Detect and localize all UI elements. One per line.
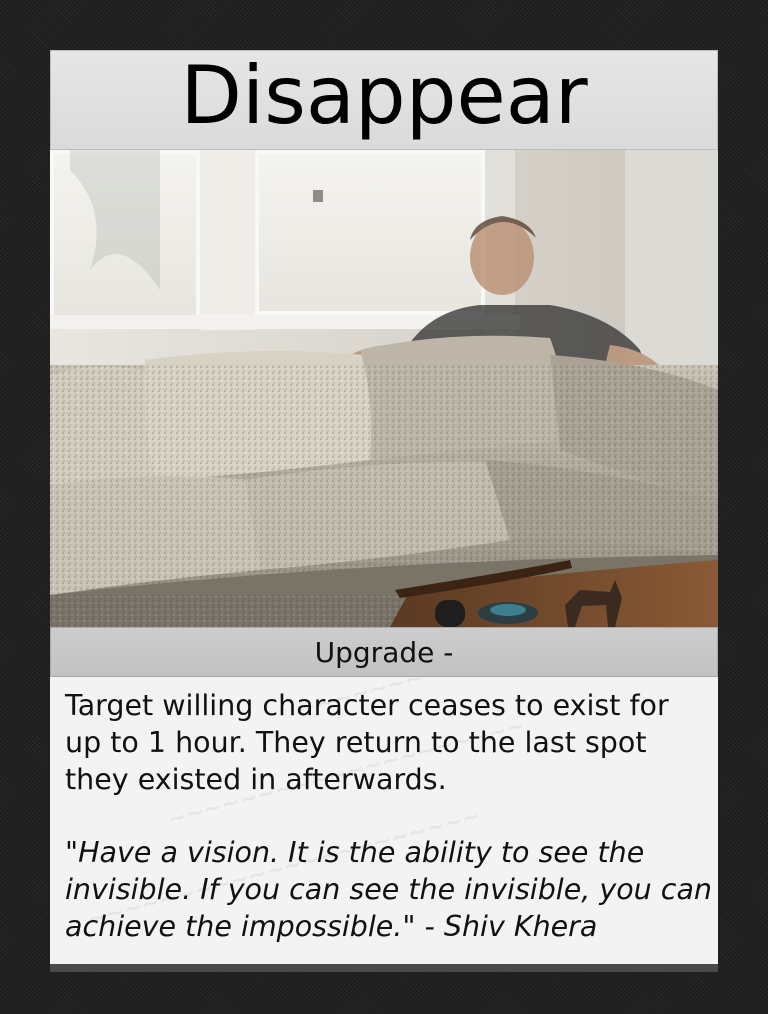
flavor-text: "Have a vision. It is the ability to see… bbox=[65, 836, 712, 943]
card-art bbox=[50, 150, 718, 627]
text-box: ~~~~~~~~~~~~~~ ~~~~~~~~~~~~~~~~~~~~ ~~~~… bbox=[50, 677, 718, 964]
card-bottom-shadow bbox=[50, 964, 718, 972]
title-bar: Disappear bbox=[50, 50, 718, 150]
photo-man-on-couch-icon bbox=[50, 150, 718, 627]
type-line-bar: Upgrade - bbox=[50, 627, 718, 677]
card-type-line: Upgrade - bbox=[314, 635, 454, 669]
rules-text: Target willing character ceases to exist… bbox=[65, 689, 669, 796]
card-title: Disappear bbox=[180, 49, 588, 142]
card: Disappear Upgrade - ~~~~~~~~~~~~~~ ~~~~~… bbox=[50, 50, 718, 964]
